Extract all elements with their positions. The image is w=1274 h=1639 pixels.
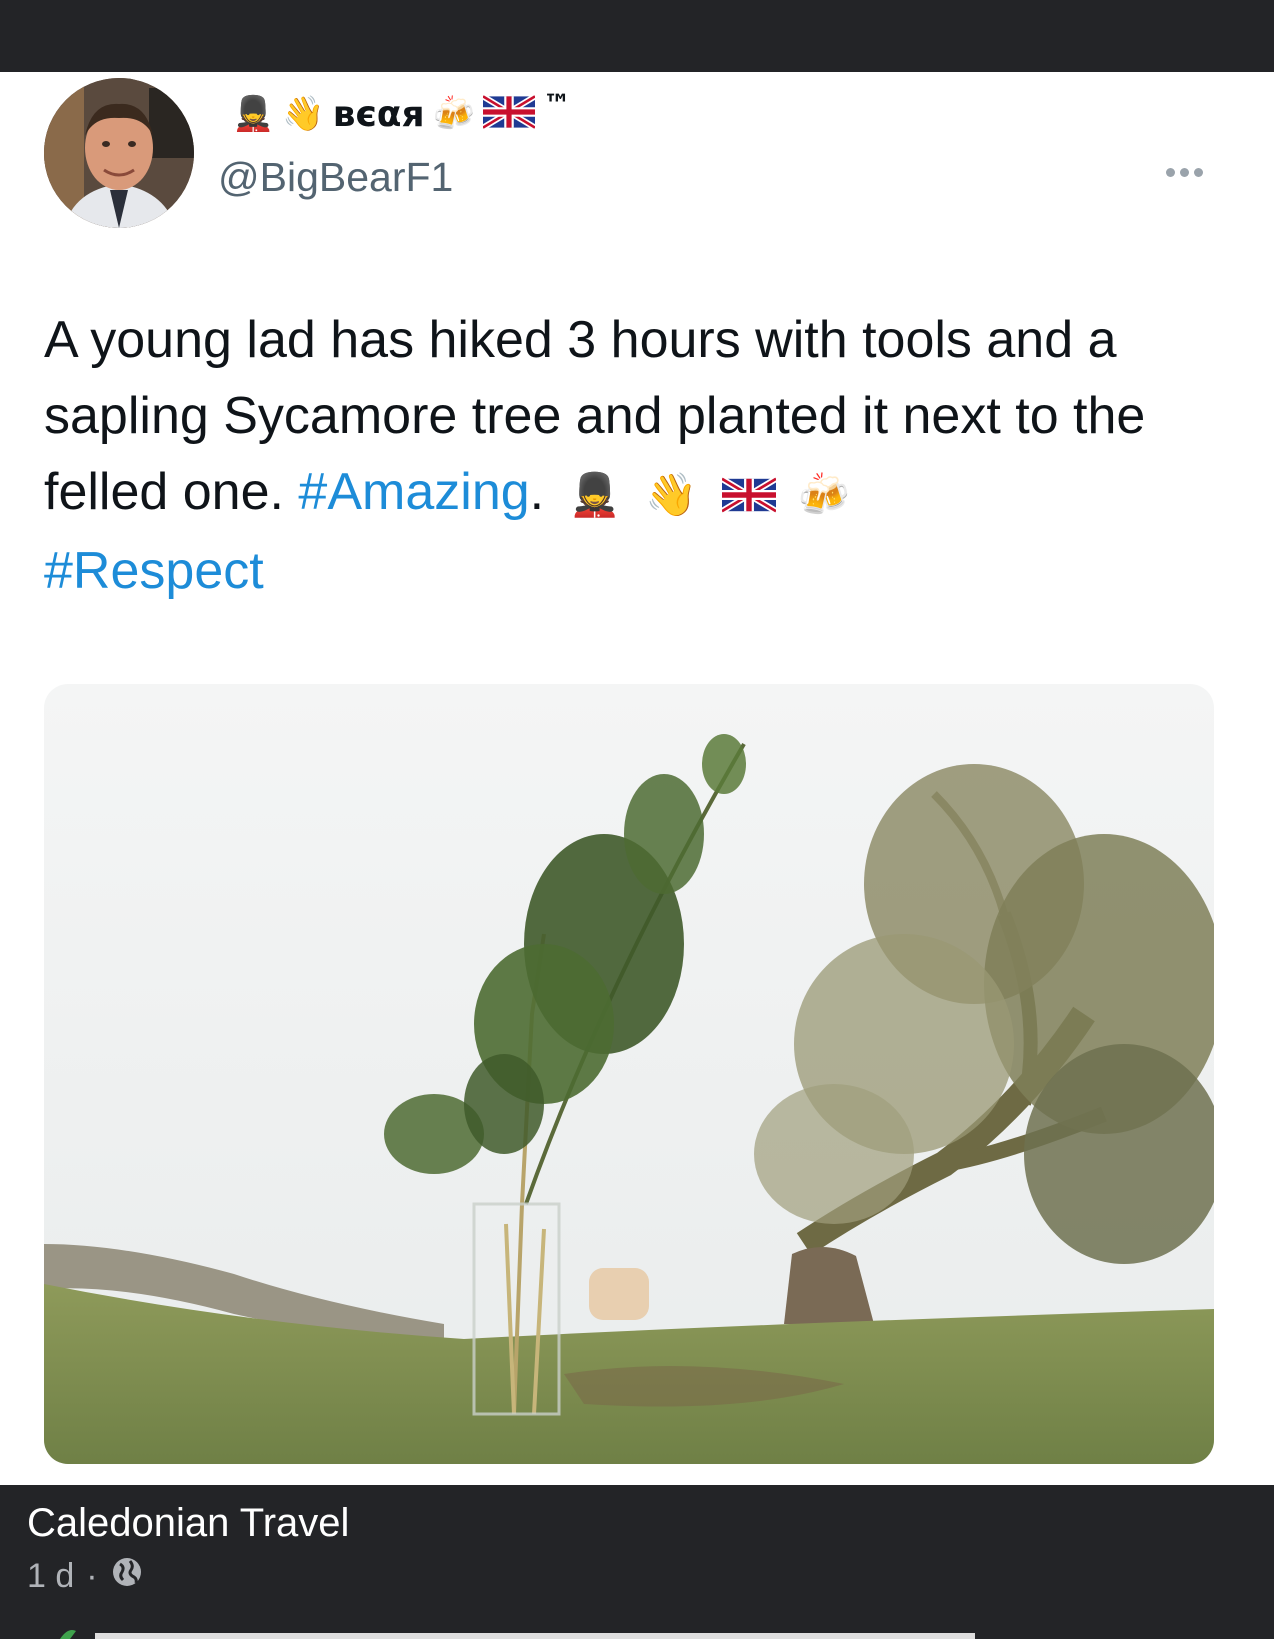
top-bar	[0, 0, 1274, 72]
globe-icon	[110, 1555, 144, 1598]
uk-flag-icon	[481, 93, 537, 134]
post-footer: Caledonian Travel 1 d ·	[0, 1485, 1274, 1639]
user-handle[interactable]: @BigBearF1	[218, 154, 453, 201]
beer-mugs-emoji: 🍻	[432, 95, 475, 133]
guard-emoji: 💂	[568, 471, 621, 518]
tweet-screenshot-card: 💂 👋 вєαя 🍻 ™ @BigBearF1 A young lad has …	[0, 72, 1274, 1485]
dot	[1180, 168, 1189, 177]
meta-separator: ·	[86, 1557, 98, 1595]
dot	[1166, 168, 1175, 177]
more-options-icon[interactable]	[1166, 168, 1203, 177]
source-name[interactable]: Caledonian Travel	[27, 1501, 349, 1546]
waving-hand-emoji: 👋	[645, 471, 698, 518]
post-meta: 1 d ·	[27, 1555, 144, 1598]
trademark-symbol: ™	[543, 87, 571, 121]
tweet-text: A young lad has hiked 3 hours with tools…	[44, 302, 1244, 609]
display-name: вєαя	[332, 93, 425, 135]
hashtag-amazing[interactable]: #Amazing	[298, 463, 529, 521]
waving-hand-emoji: 👋	[282, 95, 325, 133]
next-post-preview	[60, 1630, 975, 1639]
hashtag-respect[interactable]: #Respect	[44, 542, 264, 600]
avatar[interactable]	[44, 78, 194, 228]
uk-flag-icon	[720, 471, 788, 518]
display-name-row[interactable]: 💂 👋 вєαя 🍻 ™	[232, 86, 571, 142]
post-time[interactable]: 1 d	[27, 1557, 74, 1596]
guard-emoji: 💂	[232, 95, 275, 133]
beer-mugs-emoji: 🍻	[797, 471, 851, 518]
cut-log	[589, 1268, 649, 1320]
tweet-photo[interactable]	[44, 684, 1214, 1464]
dot	[1194, 168, 1203, 177]
tweet-period: .	[529, 463, 545, 521]
